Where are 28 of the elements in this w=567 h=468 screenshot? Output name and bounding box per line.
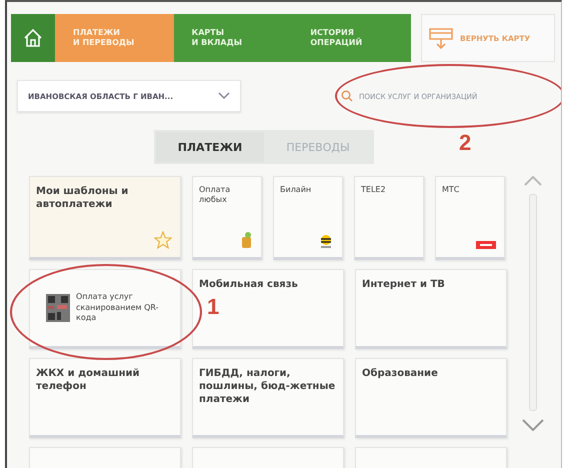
qr-code-icon <box>46 294 70 322</box>
service-tile[interactable] <box>355 447 507 468</box>
chevron-down-icon <box>218 92 230 100</box>
service-tile[interactable]: МТС <box>435 176 505 260</box>
service-tile[interactable]: Оплата услуг сканированием QR-кода <box>29 269 181 349</box>
segment-tab[interactable]: ПЛАТЕЖИ <box>156 132 264 162</box>
service-tile[interactable]: Мои шаблоны и автоплатежи <box>29 176 181 260</box>
service-tile[interactable]: ГИБДД, налоги, пошлины, бюд-жетные платежи <box>192 358 344 438</box>
annotation-number: 2 <box>459 130 472 156</box>
service-tile[interactable]: Образование <box>355 358 507 438</box>
star-icon <box>154 231 172 249</box>
scroll-up-icon[interactable] <box>524 176 542 186</box>
home-button[interactable] <box>11 14 55 62</box>
home-icon <box>23 28 43 48</box>
coin-hand-icon <box>239 231 253 249</box>
service-tile[interactable]: ЖКХ и домашний телефон <box>29 358 181 438</box>
service-tile[interactable]: Оплата любых <box>192 176 262 260</box>
service-tile[interactable]: Интернет и ТВ <box>355 269 507 349</box>
service-tile[interactable] <box>29 447 181 468</box>
card-icon <box>428 26 454 50</box>
striped-logo-icon <box>318 233 334 249</box>
operator-logo-icon <box>476 241 496 249</box>
scroll-down-icon[interactable] <box>522 419 544 431</box>
service-tile[interactable]: Билайн <box>273 176 343 260</box>
search-icon <box>341 90 353 102</box>
annotation-number: 1 <box>207 294 220 320</box>
service-tile[interactable]: TELE2 <box>354 176 424 260</box>
service-tile[interactable] <box>192 447 344 468</box>
